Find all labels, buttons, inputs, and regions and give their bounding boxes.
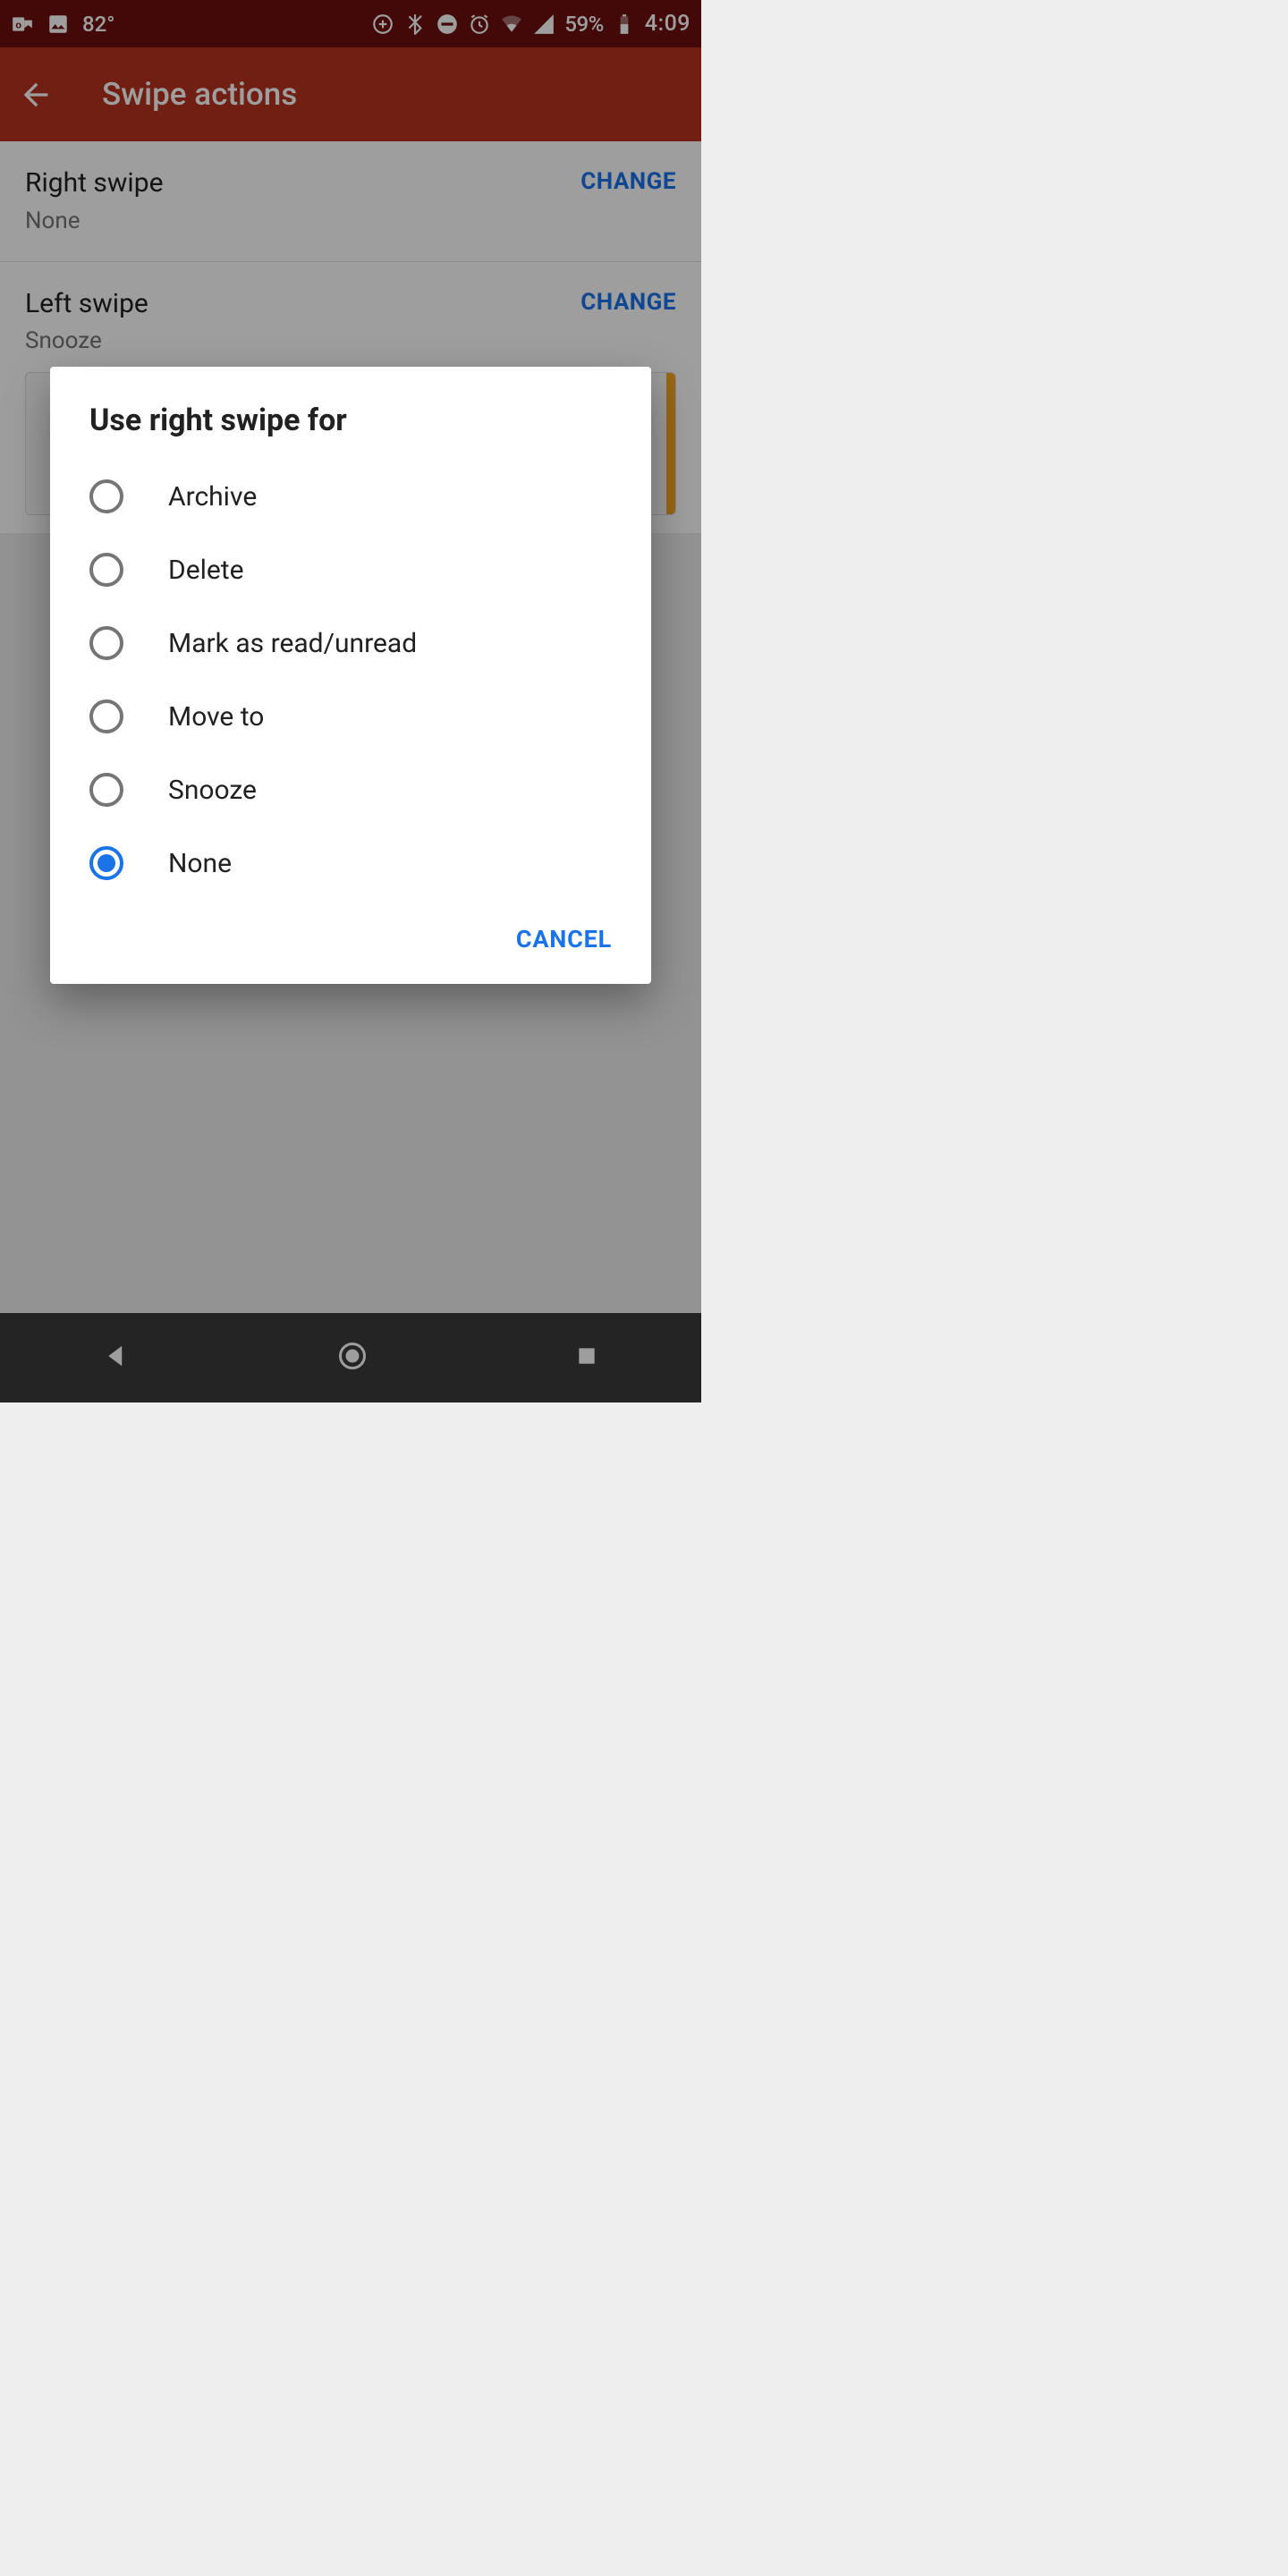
option-label: None	[168, 848, 232, 879]
option-label: Move to	[168, 701, 264, 733]
option-none[interactable]: None	[50, 826, 651, 900]
radio-icon	[89, 479, 123, 513]
cancel-button[interactable]: CANCEL	[516, 925, 612, 953]
radio-icon	[89, 699, 123, 733]
option-move-to[interactable]: Move to	[50, 680, 651, 753]
option-archive[interactable]: Archive	[50, 460, 651, 533]
radio-icon-selected	[89, 846, 123, 880]
option-label: Delete	[168, 555, 244, 586]
option-label: Archive	[168, 481, 257, 513]
option-label: Mark as read/unread	[168, 628, 417, 659]
radio-icon	[89, 626, 123, 660]
radio-icon	[89, 773, 123, 807]
option-delete[interactable]: Delete	[50, 533, 651, 606]
option-mark-read-unread[interactable]: Mark as read/unread	[50, 606, 651, 680]
option-snooze[interactable]: Snooze	[50, 753, 651, 826]
dialog-title: Use right swipe for	[50, 402, 651, 460]
radio-icon	[89, 553, 123, 587]
option-label: Snooze	[168, 775, 257, 806]
swipe-action-dialog: Use right swipe for Archive Delete Mark …	[50, 367, 651, 984]
